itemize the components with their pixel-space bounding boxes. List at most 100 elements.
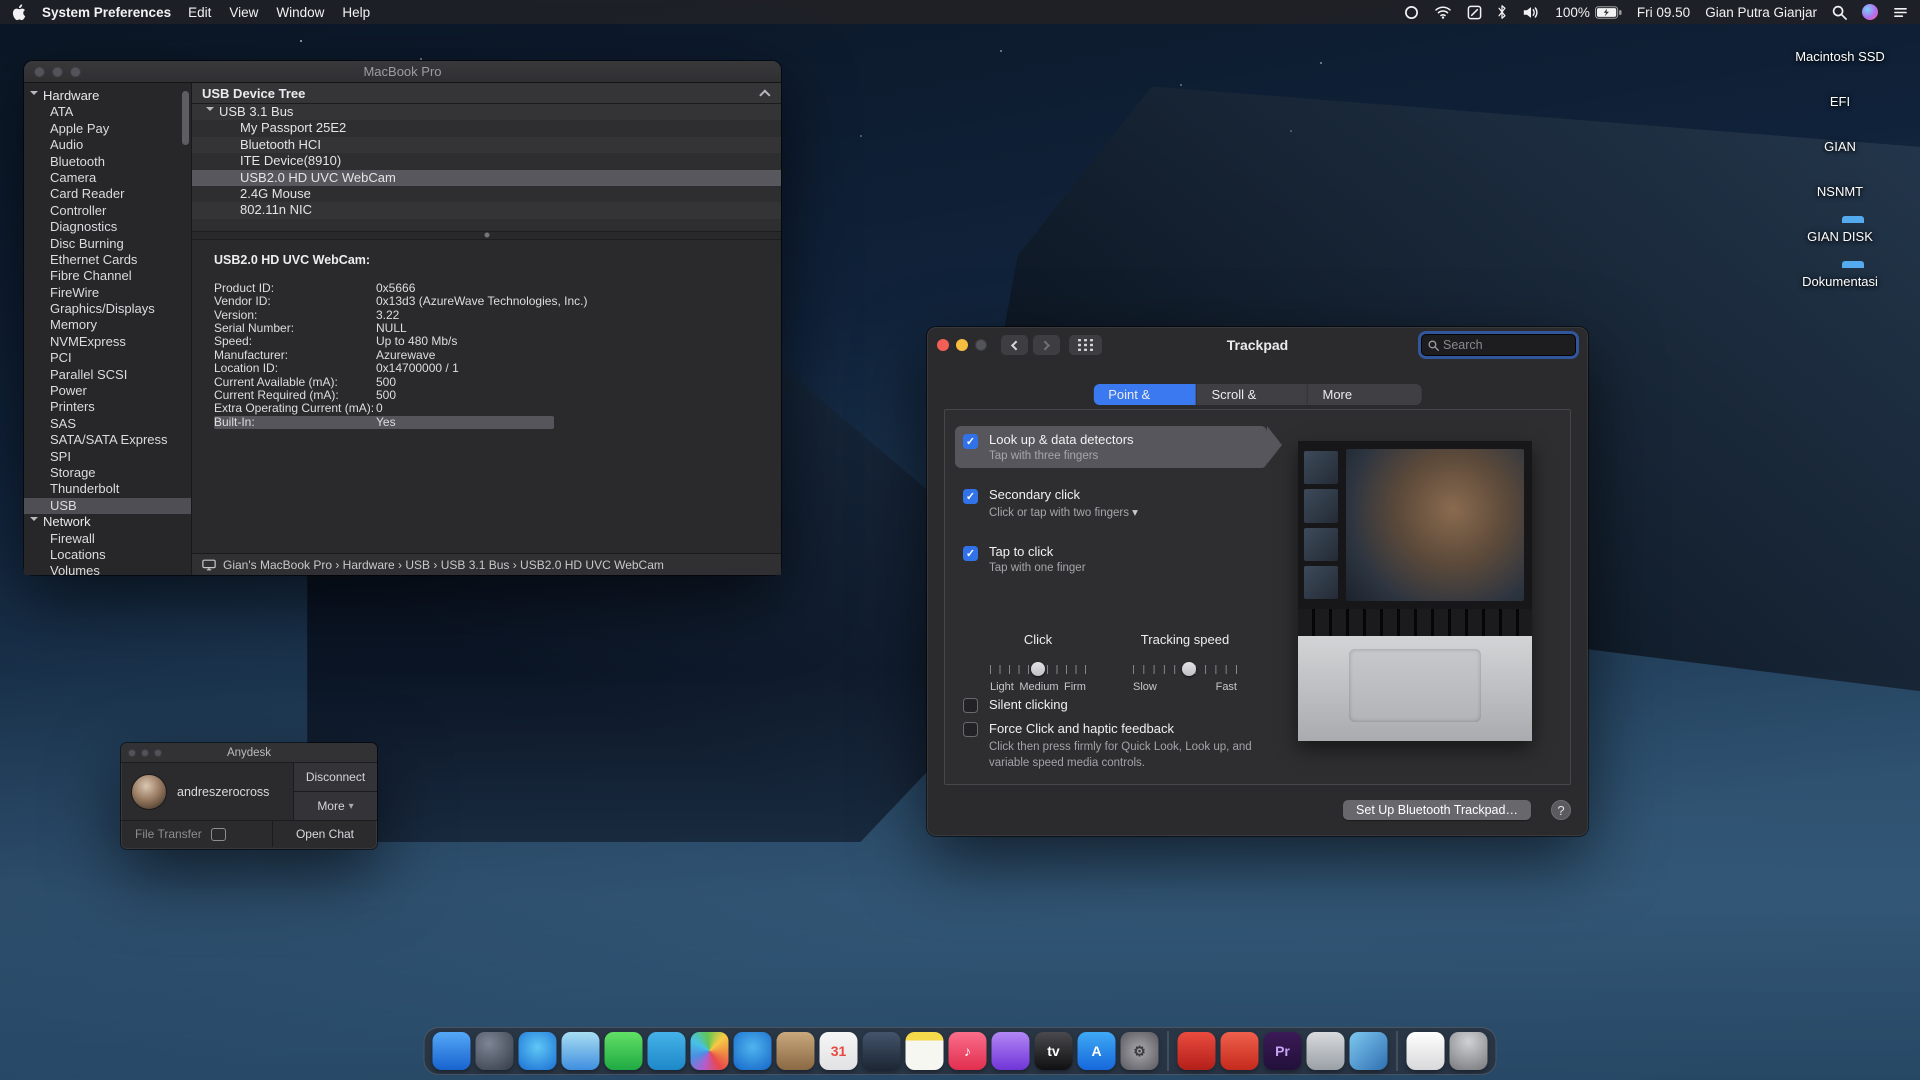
help-button[interactable]: ? — [1551, 800, 1571, 820]
search-input[interactable] — [1443, 338, 1569, 352]
sysinfo-sidebar-item[interactable]: SATA/SATA Express — [24, 432, 191, 448]
dock-app-icon-divider[interactable] — [1397, 1031, 1398, 1071]
gesture-checkbox[interactable] — [963, 546, 978, 561]
dock-app-icon-notes[interactable] — [906, 1032, 944, 1070]
dock-app-icon-divider[interactable] — [1168, 1031, 1169, 1071]
sysinfo-sidebar-item[interactable]: Printers — [24, 399, 191, 415]
gesture-subtitle[interactable]: Click or tap with two fingers — [989, 505, 1138, 519]
dock-app-icon-textedit[interactable] — [1407, 1032, 1445, 1070]
breadcrumb[interactable]: Gian's MacBook Pro › Hardware › USB › US… — [223, 558, 664, 572]
gesture-option[interactable]: Look up & data detectors Tap with three … — [955, 426, 1267, 468]
force-click-option[interactable]: Force Click and haptic feedback Click th… — [963, 720, 1289, 771]
sysinfo-sidebar-item[interactable]: Apple Pay — [24, 121, 191, 137]
dock-app-icon-app-store[interactable]: A — [1078, 1032, 1116, 1070]
desktop-icon[interactable]: Dokumentasi — [1772, 267, 1908, 289]
sysinfo-sidebar-item[interactable]: Fibre Channel — [24, 268, 191, 284]
sysinfo-sidebar-item[interactable]: SAS — [24, 416, 191, 432]
sysinfo-sidebar-item[interactable]: Firewall — [24, 531, 191, 547]
minimize-button[interactable] — [956, 339, 968, 351]
trackpad-tab[interactable]: More Gestures — [1306, 384, 1421, 405]
dock-app-icon-adobe-app-red[interactable] — [1178, 1032, 1216, 1070]
sysinfo-sidebar-item[interactable]: Ethernet Cards — [24, 252, 191, 268]
sysinfo-sidebar-item[interactable]: Volumes — [24, 563, 191, 575]
sysinfo-sidebar-item[interactable]: Audio — [24, 137, 191, 153]
sysinfo-sidebar-item[interactable]: FireWire — [24, 285, 191, 301]
sysinfo-sidebar-item[interactable]: Network — [24, 514, 191, 530]
dock-app-icon-pictures-app[interactable] — [1350, 1032, 1388, 1070]
desktop-icon[interactable]: Macintosh SSD — [1772, 42, 1908, 64]
gesture-checkbox[interactable] — [963, 434, 978, 449]
trackpad-titlebar[interactable]: Trackpad — [927, 327, 1588, 363]
menubar-app-name[interactable]: System Preferences — [42, 5, 171, 20]
dock-app-icon-safari[interactable] — [519, 1032, 557, 1070]
desktop-icon[interactable]: GIAN DISK — [1772, 222, 1908, 244]
sidebar-scrollbar[interactable] — [182, 91, 189, 145]
battery-status[interactable]: 100% — [1555, 5, 1622, 20]
sysinfo-sidebar-item[interactable]: Memory — [24, 317, 191, 333]
dock-app-icon-compass-app[interactable] — [734, 1032, 772, 1070]
more-button[interactable]: More▾ — [294, 791, 377, 820]
menubar-clock[interactable]: Fri 09.50 — [1637, 5, 1690, 20]
gesture-option[interactable]: Secondary click Click or tap with two fi… — [955, 481, 1267, 525]
sysinfo-sidebar-item[interactable]: Hardware — [24, 88, 191, 104]
gesture-subtitle[interactable]: Tap with three fingers — [989, 450, 1134, 462]
dock-app-icon-adobe-app-red-2[interactable] — [1221, 1032, 1259, 1070]
open-chat-button[interactable]: Open Chat — [273, 827, 377, 841]
back-button[interactable] — [1001, 335, 1028, 355]
file-transfer-button[interactable]: File Transfer — [121, 827, 272, 841]
forward-button[interactable] — [1033, 335, 1060, 355]
sysinfo-sidebar-item[interactable]: ATA — [24, 104, 191, 120]
input-source-icon[interactable] — [1467, 5, 1482, 20]
menubar-menu-item[interactable]: Window — [276, 5, 324, 20]
notification-center-icon[interactable] — [1893, 6, 1908, 19]
silent-clicking-option[interactable]: Silent clicking — [963, 696, 1068, 713]
dock-app-icon-utility-app[interactable] — [1307, 1032, 1345, 1070]
bluetooth-icon[interactable] — [1497, 4, 1507, 20]
dock-app-icon-books-app[interactable] — [777, 1032, 815, 1070]
apple-menu-icon[interactable] — [12, 4, 26, 21]
usb-device-row[interactable]: Bluetooth HCI — [192, 137, 781, 153]
collapse-chevron-icon[interactable] — [759, 89, 770, 100]
close-button[interactable] — [937, 339, 949, 351]
disconnect-button[interactable]: Disconnect — [294, 763, 377, 791]
sysinfo-sidebar-item[interactable]: USB — [24, 498, 191, 514]
gesture-option[interactable]: Tap to click Tap with one finger — [955, 538, 1267, 580]
usb-device-row[interactable]: My Passport 25E2 — [192, 120, 781, 136]
click-slider[interactable] — [990, 662, 1086, 676]
dock-app-icon-globe-app[interactable] — [476, 1032, 514, 1070]
usb-device-row[interactable]: 802.11n NIC — [192, 202, 781, 218]
usb-device-row[interactable]: USB 3.1 Bus — [192, 104, 781, 120]
dock-app-icon-podcasts[interactable] — [992, 1032, 1030, 1070]
dock-app-icon-maps-app[interactable] — [562, 1032, 600, 1070]
desktop-icon[interactable]: GIAN — [1772, 132, 1908, 154]
dock-app-icon-music[interactable]: ♪ — [949, 1032, 987, 1070]
sysinfo-sidebar-item[interactable]: SPI — [24, 449, 191, 465]
dock-app-icon-finder[interactable] — [433, 1032, 471, 1070]
dock-app-icon-mail-app[interactable] — [863, 1032, 901, 1070]
menubar-menu-item[interactable]: Edit — [188, 5, 211, 20]
spotlight-search-icon[interactable] — [1832, 5, 1847, 20]
menubar-menu-item[interactable]: Help — [342, 5, 370, 20]
usb-device-tree-header[interactable]: USB Device Tree — [192, 83, 781, 104]
tracking-speed-slider[interactable] — [1133, 662, 1237, 676]
search-field[interactable] — [1421, 334, 1576, 356]
trackpad-tab[interactable]: Scroll & Zoom — [1195, 384, 1306, 405]
pane-splitter-handle[interactable] — [192, 231, 781, 240]
sysinfo-sidebar-item[interactable]: Locations — [24, 547, 191, 563]
menubar-username[interactable]: Gian Putra Gianjar — [1705, 5, 1817, 20]
click-slider-thumb[interactable] — [1031, 662, 1045, 676]
sysinfo-sidebar-item[interactable]: Controller — [24, 203, 191, 219]
silent-clicking-checkbox[interactable] — [963, 698, 978, 713]
sysinfo-sidebar-item[interactable]: Bluetooth — [24, 154, 191, 170]
anydesk-status-icon[interactable] — [1404, 5, 1419, 20]
sysinfo-sidebar-item[interactable]: Thunderbolt — [24, 481, 191, 497]
dock-app-icon-telegram[interactable] — [648, 1032, 686, 1070]
desktop-icon[interactable]: EFI — [1772, 87, 1908, 109]
gesture-subtitle[interactable]: Tap with one finger — [989, 562, 1086, 574]
usb-device-row[interactable]: USB2.0 HD UVC WebCam — [192, 170, 781, 186]
anydesk-titlebar[interactable]: Anydesk — [121, 743, 377, 763]
dock-app-icon-system-preferences[interactable]: ⚙ — [1121, 1032, 1159, 1070]
sysinfo-sidebar-item[interactable]: Power — [24, 383, 191, 399]
sysinfo-sidebar-item[interactable]: NVMExpress — [24, 334, 191, 350]
dock-app-icon-calendar[interactable]: 31 — [820, 1032, 858, 1070]
